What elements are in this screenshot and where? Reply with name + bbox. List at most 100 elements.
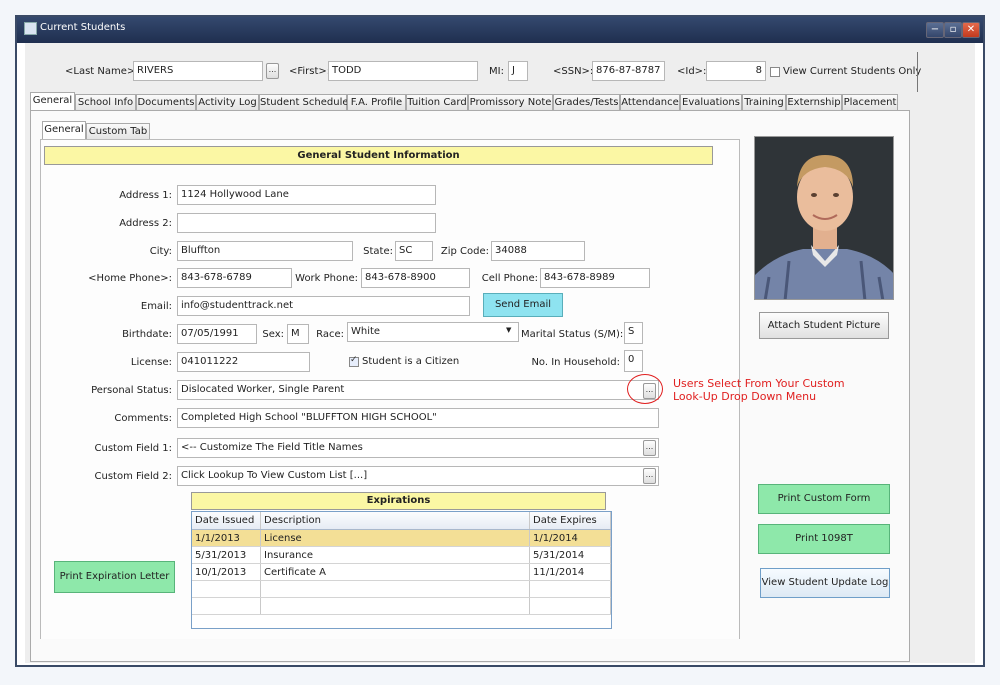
subtab-custom[interactable]: Custom Tab bbox=[86, 123, 150, 140]
annotation-text-line2: Look-Up Drop Down Menu bbox=[673, 390, 817, 403]
custom-field2-label: Custom Field 2: bbox=[94, 471, 172, 482]
address2-input[interactable] bbox=[177, 213, 436, 233]
student-photo-image bbox=[755, 137, 893, 299]
tab-tuition-card[interactable]: Tuition Card bbox=[406, 94, 468, 111]
table-row[interactable]: 1/1/2013 License 1/1/2014 bbox=[192, 529, 611, 547]
window-title: Current Students bbox=[40, 22, 126, 33]
attach-student-picture-button[interactable]: Attach Student Picture bbox=[759, 312, 889, 339]
citizen-label: Student is a Citizen bbox=[362, 356, 460, 367]
column-header[interactable]: Date Issued bbox=[192, 512, 261, 530]
tab-evaluations[interactable]: Evaluations bbox=[680, 94, 742, 111]
tab-documents[interactable]: Documents bbox=[136, 94, 196, 111]
print-custom-form-button[interactable]: Print Custom Form bbox=[758, 484, 890, 514]
table-cell: 5/31/2013 bbox=[192, 546, 261, 564]
first-name-input[interactable]: TODD bbox=[328, 61, 478, 81]
race-dropdown-arrow-icon[interactable]: ▼ bbox=[506, 326, 511, 334]
table-row[interactable]: 10/1/2013 Certificate A 11/1/2014 bbox=[192, 563, 611, 581]
column-header[interactable]: Description bbox=[260, 512, 530, 530]
maximize-button[interactable]: ▫ bbox=[944, 22, 962, 38]
current-only-checkbox[interactable] bbox=[770, 67, 780, 77]
cell-phone-input[interactable]: 843-678-8989 bbox=[540, 268, 650, 288]
custom-field2-lookup-button[interactable]: ... bbox=[643, 468, 656, 484]
tab-placement[interactable]: Placement bbox=[842, 94, 898, 111]
send-email-button[interactable]: Send Email bbox=[483, 293, 563, 317]
checkmark-icon: ✓ bbox=[350, 355, 358, 365]
home-phone-input[interactable]: 843-678-6789 bbox=[177, 268, 292, 288]
ssn-input[interactable]: 876-87-8787 bbox=[592, 61, 665, 81]
birthdate-input[interactable]: 07/05/1991 bbox=[177, 324, 257, 344]
cell-phone-label: Cell Phone: bbox=[481, 273, 538, 284]
city-input[interactable]: Bluffton bbox=[177, 241, 353, 261]
custom-field1-label: Custom Field 1: bbox=[94, 443, 172, 454]
zip-label: Zip Code: bbox=[440, 246, 489, 257]
table-cell: 10/1/2013 bbox=[192, 563, 261, 581]
table-cell: Certificate A bbox=[260, 563, 530, 581]
work-phone-label: Work Phone: bbox=[295, 273, 358, 284]
tab-school-info[interactable]: School Info bbox=[75, 94, 136, 111]
table-cell: 1/1/2013 bbox=[192, 529, 261, 547]
table-cell bbox=[192, 597, 261, 615]
state-label: State: bbox=[363, 246, 393, 257]
state-input[interactable]: SC bbox=[395, 241, 433, 261]
table-cell bbox=[260, 580, 530, 598]
id-label: <Id>: bbox=[677, 66, 707, 77]
tab-promissory-note[interactable]: Promissory Note bbox=[468, 94, 553, 111]
sex-input[interactable]: M bbox=[287, 324, 309, 344]
work-phone-input[interactable]: 843-678-8900 bbox=[361, 268, 470, 288]
table-row[interactable]: 5/31/2013 Insurance 5/31/2014 bbox=[192, 546, 611, 564]
city-label: City: bbox=[149, 246, 172, 257]
race-label: Race: bbox=[316, 329, 344, 340]
tab-externship[interactable]: Externship bbox=[786, 94, 842, 111]
custom-field1-lookup-button[interactable]: ... bbox=[643, 440, 656, 456]
annotation-circle bbox=[627, 374, 663, 404]
comments-input[interactable]: Completed High School "BLUFFTON HIGH SCH… bbox=[177, 408, 659, 428]
table-cell bbox=[260, 597, 530, 615]
table-row[interactable] bbox=[192, 580, 611, 598]
print-expiration-letter-button[interactable]: Print Expiration Letter bbox=[54, 561, 175, 593]
tab-grades-tests[interactable]: Grades/Tests bbox=[553, 94, 620, 111]
license-label: License: bbox=[130, 357, 172, 368]
email-input[interactable]: info@studenttrack.net bbox=[177, 296, 470, 316]
minimize-button[interactable]: − bbox=[926, 22, 944, 38]
title-bar[interactable] bbox=[17, 17, 983, 43]
tab-attendance[interactable]: Attendance bbox=[620, 94, 680, 111]
tab-student-schedule[interactable]: Student Schedule bbox=[259, 94, 349, 111]
table-cell: Insurance bbox=[260, 546, 530, 564]
expirations-grid[interactable]: Date Issued Description Date Expires 1/1… bbox=[191, 511, 612, 629]
id-input[interactable]: 8 bbox=[706, 61, 766, 81]
address1-input[interactable]: 1124 Hollywood Lane bbox=[177, 185, 436, 205]
view-student-update-log-button[interactable]: View Student Update Log bbox=[760, 568, 890, 598]
tab-training[interactable]: Training bbox=[742, 94, 786, 111]
mi-input[interactable]: J bbox=[508, 61, 528, 81]
comments-label: Comments: bbox=[114, 413, 172, 424]
tab-fa-profile[interactable]: F.A. Profile bbox=[347, 94, 406, 111]
tab-general[interactable]: General bbox=[30, 92, 75, 111]
first-name-label: <First>: bbox=[289, 66, 331, 77]
print-1098t-button[interactable]: Print 1098T bbox=[758, 524, 890, 554]
table-cell: License bbox=[260, 529, 530, 547]
expirations-title: Expirations bbox=[191, 492, 606, 510]
custom-field1-input[interactable]: <-- Customize The Field Title Names bbox=[177, 438, 659, 458]
race-select[interactable]: White bbox=[347, 322, 519, 342]
table-cell bbox=[192, 580, 261, 598]
last-name-label: <Last Name>: bbox=[65, 66, 139, 77]
zip-input[interactable]: 34088 bbox=[491, 241, 585, 261]
ssn-label: <SSN>: bbox=[553, 66, 594, 77]
license-input[interactable]: 041011222 bbox=[177, 352, 310, 372]
subtab-general[interactable]: General bbox=[42, 121, 86, 140]
home-phone-label: <Home Phone>: bbox=[88, 273, 172, 284]
email-label: Email: bbox=[140, 301, 172, 312]
table-row[interactable] bbox=[192, 597, 611, 615]
column-header[interactable]: Date Expires bbox=[529, 512, 611, 530]
last-name-input[interactable]: RIVERS bbox=[133, 61, 263, 81]
personal-status-input[interactable]: Dislocated Worker, Single Parent bbox=[177, 380, 659, 400]
household-input[interactable]: 0 bbox=[624, 350, 643, 372]
table-cell: 5/31/2014 bbox=[529, 546, 611, 564]
custom-field2-input[interactable]: Click Lookup To View Custom List [...] bbox=[177, 466, 659, 486]
last-name-lookup-button[interactable]: ... bbox=[266, 63, 279, 79]
table-cell: 11/1/2014 bbox=[529, 563, 611, 581]
tab-activity-log[interactable]: Activity Log bbox=[196, 94, 259, 111]
mi-label: MI: bbox=[489, 66, 504, 77]
close-button[interactable]: ✕ bbox=[962, 22, 980, 38]
marital-input[interactable]: S bbox=[624, 322, 643, 344]
